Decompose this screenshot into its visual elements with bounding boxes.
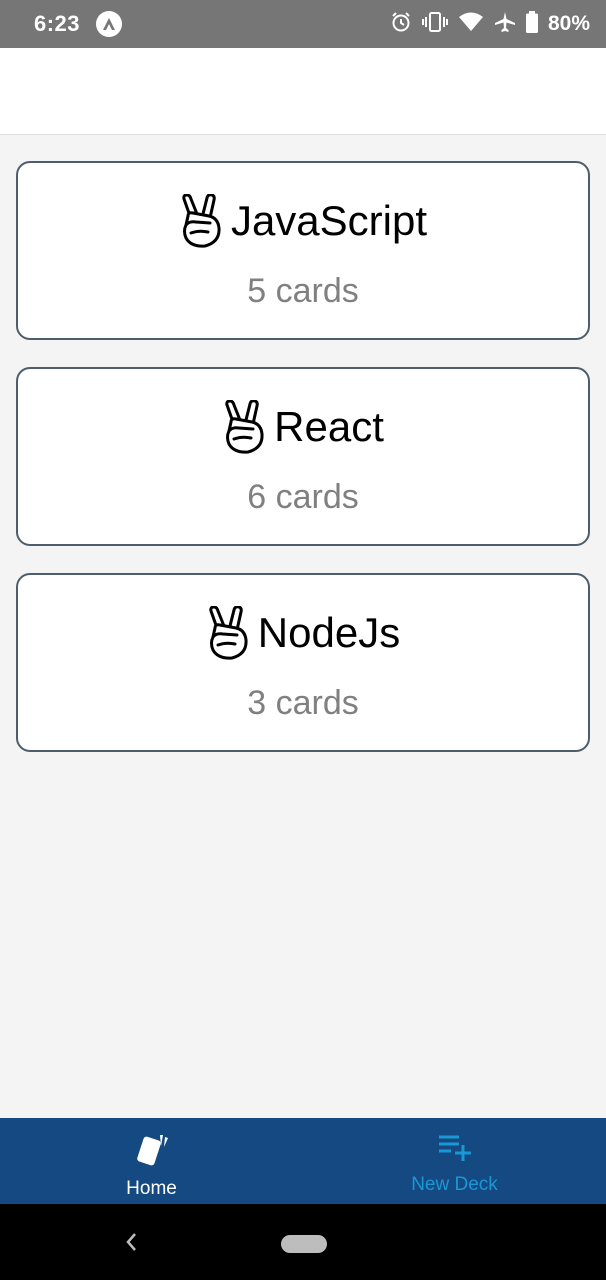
playlist-add-icon (437, 1132, 473, 1167)
tab-new-deck-label: New Deck (411, 1174, 498, 1195)
airplane-icon (494, 11, 516, 38)
vibrate-icon (421, 11, 448, 38)
deck-title-row: React (222, 399, 384, 454)
status-time: 6:23 (34, 11, 81, 36)
bottom-tab-bar: Home New Deck (0, 1118, 606, 1204)
app-header (0, 48, 606, 135)
cards-icon (134, 1132, 170, 1171)
deck-card-react[interactable]: React 6 cards (16, 367, 590, 546)
wifi-icon (458, 12, 484, 37)
deck-title: NodeJs (257, 608, 401, 656)
system-nav-bar (0, 1204, 606, 1280)
deck-list: JavaScript 5 cards React 6 cards NodeJs (16, 161, 590, 779)
tab-new-deck[interactable]: New Deck (303, 1118, 606, 1204)
back-icon[interactable] (122, 1230, 142, 1259)
deck-title: React (274, 402, 384, 450)
deck-card-count: 5 cards (247, 271, 359, 310)
deck-card-nodejs[interactable]: NodeJs 3 cards (16, 573, 590, 752)
home-pill-icon[interactable] (281, 1235, 327, 1253)
tab-home-label: Home (126, 1178, 177, 1199)
app-notification-icon (96, 11, 123, 37)
battery-icon (525, 10, 538, 38)
victory-hand-icon (209, 605, 248, 660)
deck-card-javascript[interactable]: JavaScript 5 cards (16, 161, 590, 340)
status-bar: 6:23 80% (0, 0, 606, 48)
deck-card-count: 6 cards (247, 477, 359, 516)
victory-hand-icon (225, 399, 264, 454)
deck-title-row: NodeJs (206, 605, 401, 660)
victory-hand-icon (182, 193, 221, 248)
deck-title-row: JavaScript (179, 193, 428, 248)
battery-percentage: 80% (547, 12, 590, 35)
deck-card-count: 3 cards (247, 683, 359, 722)
alarm-icon (390, 11, 412, 38)
tab-home[interactable]: Home (0, 1118, 303, 1204)
deck-title: JavaScript (230, 196, 428, 244)
